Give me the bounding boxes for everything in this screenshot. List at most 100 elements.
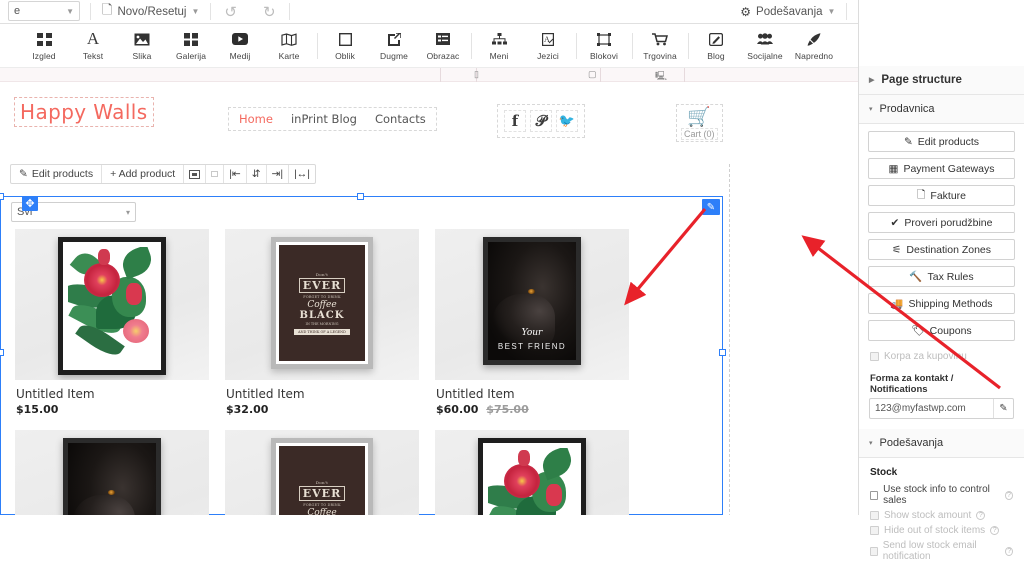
move-handle[interactable]: ✥ — [22, 196, 38, 211]
chevron-down-icon: ▼ — [191, 7, 200, 16]
tool-karte[interactable]: Karte — [265, 31, 314, 61]
nav-item-contacts[interactable]: Contacts — [375, 112, 426, 126]
shop-block-toolbar[interactable]: ✎ Edit products + Add product |⇤ ⇵ ⇥| |↔… — [10, 164, 317, 184]
editor-canvas[interactable]: Happy Walls Home inPrint Blog Contacts f… — [0, 82, 858, 515]
align-justify-button[interactable]: |↔| — [289, 165, 315, 183]
block-edit-button[interactable]: ✎ — [702, 199, 720, 215]
checkbox[interactable] — [870, 546, 878, 556]
tool-obrazac[interactable]: Obrazac — [419, 31, 468, 61]
redo-button[interactable]: ↻ — [250, 0, 289, 23]
panel-edit-products-button[interactable]: ✎ Edit products — [868, 131, 1015, 152]
stock-option-row[interactable]: Hide out of stock items ? — [859, 523, 1024, 538]
tool-izgled[interactable]: Izgled — [20, 31, 69, 61]
tool-socijalne[interactable]: Socijalne — [741, 31, 790, 61]
add-product-button[interactable]: + Add product — [102, 165, 185, 183]
tool-napredno[interactable]: Napredno — [790, 31, 839, 61]
tool-tekst[interactable]: A Tekst — [69, 29, 118, 61]
help-icon[interactable]: ? — [990, 526, 1000, 535]
checkbox[interactable] — [870, 526, 879, 535]
frame-silver: Don't EVER FORGET TO DRINK Coffee BLACK … — [271, 237, 373, 369]
panel-check-orders-button[interactable]: ✔ Proveri porudžbine — [868, 212, 1015, 233]
cart-widget[interactable]: 🛒 Cart (0) — [676, 104, 723, 142]
panel-destination-zones-button[interactable]: ⚟ Destination Zones — [868, 239, 1015, 260]
tool-blog[interactable]: Blog — [692, 31, 741, 61]
accordion-page-structure[interactable]: ▶ Page structure — [859, 66, 1024, 95]
undo-button[interactable]: ↺ — [211, 0, 250, 23]
tool-dugme[interactable]: Dugme — [370, 31, 419, 61]
divider — [631, 32, 633, 59]
help-icon[interactable]: ? — [1004, 490, 1014, 500]
right-settings-panel[interactable]: ▶ Page structure ▾ Prodavnica ✎ Edit pro… — [858, 0, 1024, 562]
panel-shipping-methods-button[interactable]: 🚚 Shipping Methods — [868, 293, 1015, 314]
tool-galerija[interactable]: Galerija — [167, 31, 216, 61]
stock-option-row[interactable]: Show stock amount ? — [859, 508, 1024, 523]
view-grid-button[interactable] — [184, 165, 207, 183]
phone-icon[interactable]: ▯ — [474, 69, 479, 80]
checkbox[interactable] — [870, 511, 879, 520]
accordion-prodavnica[interactable]: ▾ Prodavnica — [859, 95, 1024, 124]
help-icon[interactable]: ? — [1005, 546, 1014, 556]
nav-item-blog[interactable]: inPrint Blog — [291, 112, 357, 126]
stock-option-row[interactable]: Use stock info to control sales ? — [859, 482, 1024, 508]
product-card[interactable] — [15, 430, 211, 515]
product-card[interactable]: Don't EVER FORGET TO DRINK Coffee BLACK … — [225, 229, 421, 416]
new-reset-button[interactable]: 🗋 Novo/Resetuj ▼ — [91, 0, 210, 23]
checkbox[interactable] — [870, 490, 879, 500]
tool-slika[interactable]: Slika — [118, 31, 167, 61]
product-card[interactable] — [435, 430, 631, 515]
stock-option-label: Send low stock email notification — [882, 540, 977, 562]
product-card[interactable]: Untitled Item $15.00 — [15, 229, 211, 416]
cart-icon: 🛒 — [687, 107, 712, 128]
cart-checkbox-row[interactable]: Korpa za kupovinu — [859, 349, 1024, 364]
accordion-podesavanja[interactable]: ▾ Podešavanja — [859, 429, 1024, 458]
product-price: $32.00 — [226, 403, 421, 416]
tool-medij[interactable]: Medij — [216, 31, 265, 61]
tool-label: Obrazac — [426, 50, 460, 61]
site-select[interactable]: e ▼ — [8, 1, 80, 21]
pencil-icon: ✎ — [19, 168, 28, 180]
contact-email-edit-button[interactable]: ✎ — [993, 399, 1013, 418]
help-icon[interactable]: ? — [976, 511, 986, 520]
tool-meni[interactable]: Meni — [475, 31, 524, 61]
product-price: $15.00 — [16, 403, 211, 416]
zones-icon: ⚟ — [891, 243, 902, 256]
tool-blokovi[interactable]: Blokovi — [580, 31, 629, 61]
product-filter-row[interactable]: Svi ▾ ✥ — [11, 196, 136, 222]
product-card[interactable]: Don't EVER FORGET TO DRINK Coffee BLACK — [225, 430, 421, 515]
facebook-icon[interactable]: f — [504, 110, 526, 132]
twitter-icon[interactable]: 🐦 — [556, 110, 578, 132]
pinterest-icon[interactable]: 𝒫 — [530, 110, 552, 132]
checkbox[interactable] — [870, 352, 879, 361]
stock-option-label: Show stock amount — [884, 510, 972, 521]
align-right-button[interactable]: ⇥| — [267, 165, 290, 183]
panel-payment-gateways-button[interactable]: ▦ Payment Gateways — [868, 158, 1015, 179]
contact-email-field-wrap[interactable]: ✎ — [869, 398, 1014, 419]
panel-fakture-button[interactable]: 🗋 Fakture — [868, 185, 1015, 206]
stock-option-row[interactable]: Send low stock email notification ? — [859, 538, 1024, 564]
edit-products-button[interactable]: ✎ Edit products — [11, 165, 103, 183]
align-center-button[interactable]: ⇵ — [247, 165, 267, 183]
panel-coupons-button[interactable]: 🏷 Coupons — [868, 320, 1015, 341]
tool-jezici[interactable]: A Jezici — [524, 31, 573, 61]
truck-icon: 🚚 — [890, 298, 904, 310]
shop-products-block[interactable]: ✎ Svi ▾ ✥ Untitled Item $15.00 Don't EVE… — [0, 193, 726, 515]
view-list-button[interactable] — [206, 165, 225, 183]
tablet-icon[interactable]: ▢ — [588, 69, 597, 80]
nav-item-home[interactable]: Home — [239, 112, 273, 126]
site-logo[interactable]: Happy Walls — [14, 97, 154, 127]
social-links[interactable]: f 𝒫 🐦 — [497, 104, 585, 138]
resize-handle-top-middle[interactable] — [357, 193, 364, 200]
tool-trgovina[interactable]: Trgovina — [636, 31, 685, 61]
align-left-button[interactable]: |⇤ — [224, 165, 247, 183]
product-card[interactable]: Your BEST FRIEND Untitled Item $60.00 $7… — [435, 229, 631, 416]
tool-label: Trgovina — [643, 50, 677, 61]
panel-tax-rules-button[interactable]: 🔨 Tax Rules — [868, 266, 1015, 287]
contact-email-input[interactable] — [870, 403, 993, 414]
site-nav[interactable]: Home inPrint Blog Contacts — [228, 107, 437, 131]
button-label: Proveri porudžbine — [904, 216, 993, 229]
insert-toolbar: Izgled A Tekst Slika Galerija Medij Kart… — [0, 24, 858, 68]
resize-handle-top-left[interactable] — [0, 193, 4, 200]
tool-oblik[interactable]: Oblik — [321, 31, 370, 61]
settings-menu[interactable]: ⚙ Podešavanja ▼ — [729, 0, 846, 23]
